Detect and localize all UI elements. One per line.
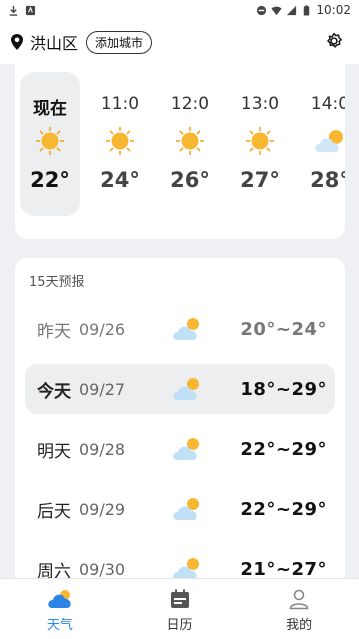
hour-label: 11:0 <box>100 94 140 114</box>
day-date: 09/28 <box>79 439 126 459</box>
signal-icon <box>287 5 297 15</box>
hour-temp: 26° <box>170 168 210 192</box>
status-bar: 10:02 <box>0 0 359 20</box>
sun-icon <box>106 127 134 155</box>
nav-label: 日历 <box>166 618 193 633</box>
nav-tab-calendar[interactable]: 日历 <box>120 579 240 639</box>
hour-label: 现在 <box>33 99 67 119</box>
day-name: 明天 <box>37 441 71 462</box>
status-time: 10:02 <box>316 3 351 17</box>
hour-temp: 24° <box>100 168 140 192</box>
settings-gear-icon[interactable] <box>323 30 345 52</box>
calendar-icon <box>170 589 189 608</box>
hour-temp: 27° <box>240 168 280 192</box>
forecast-row-tomorrow[interactable]: 明天 09/28 22°~29° <box>25 424 335 474</box>
nav-label: 我的 <box>286 618 313 633</box>
day-date: 09/26 <box>79 319 126 339</box>
day-temp-range: 22°~29° <box>240 498 327 520</box>
partly-cloudy-icon <box>173 438 199 460</box>
hour-column[interactable]: 12:0 26° <box>160 72 220 216</box>
top-header: 洪山区 添加城市 <box>0 20 359 64</box>
day-name: 昨天 <box>37 321 71 342</box>
location-pin-icon <box>11 34 23 50</box>
day-name: 后天 <box>37 501 71 522</box>
daily-forecast-card: 15天预报 昨天 09/26 20°~24° 今天 09/27 18°~29° … <box>15 258 345 588</box>
day-temp-range: 18°~29° <box>240 378 327 400</box>
current-district[interactable]: 洪山区 <box>30 30 78 54</box>
hour-column-now[interactable]: 现在 22° <box>20 72 80 216</box>
nav-label: 天气 <box>46 618 73 633</box>
hour-label: 14:0 <box>310 94 345 114</box>
day-date: 09/29 <box>79 499 126 519</box>
nav-tab-weather[interactable]: 天气 <box>0 579 120 639</box>
partly-cloudy-icon <box>315 130 343 152</box>
partly-cloudy-icon <box>173 318 199 340</box>
add-city-button[interactable]: 添加城市 <box>86 30 153 54</box>
day-name: 今天 <box>37 381 71 402</box>
hour-column[interactable]: 13:0 27° <box>230 72 290 216</box>
day-temp-range: 20°~24° <box>240 318 327 340</box>
battery-icon <box>304 4 310 16</box>
hour-temp: 28° <box>310 168 345 192</box>
hour-column[interactable]: 11:0 24° <box>90 72 150 216</box>
hour-label: 13:0 <box>240 94 280 114</box>
app-notification-icon <box>25 5 36 15</box>
wifi-icon <box>271 6 282 15</box>
sun-icon <box>176 127 204 155</box>
hourly-forecast-card[interactable]: 现在 22° 11:0 24° 12:0 26° 13:0 27° 14:0 2… <box>15 64 345 239</box>
dnd-icon <box>257 5 267 15</box>
forecast-row-yesterday[interactable]: 昨天 09/26 20°~24° <box>25 304 335 354</box>
forecast-row-today[interactable]: 今天 09/27 18°~29° <box>25 364 335 414</box>
day-date: 09/30 <box>79 559 126 579</box>
nav-tab-profile[interactable]: 我的 <box>239 579 359 639</box>
partly-cloudy-icon <box>173 498 199 520</box>
profile-icon <box>289 589 309 610</box>
partly-cloudy-icon <box>173 378 199 400</box>
hour-temp: 22° <box>30 168 70 192</box>
forecast-row-day-after[interactable]: 后天 09/29 22°~29° <box>25 484 335 534</box>
hour-label: 12:0 <box>170 94 210 114</box>
sun-icon <box>36 127 64 155</box>
sun-icon <box>246 127 274 155</box>
hour-column[interactable]: 14:0 28° <box>300 72 345 216</box>
weather-cloud-icon <box>48 590 71 608</box>
day-temp-range: 21°~27° <box>240 558 327 580</box>
day-date: 09/27 <box>79 379 126 399</box>
bottom-nav: 天气 日历 我的 <box>0 578 359 639</box>
download-icon <box>9 5 18 16</box>
day-temp-range: 22°~29° <box>240 438 327 460</box>
forecast-title: 15天预报 <box>29 275 85 290</box>
